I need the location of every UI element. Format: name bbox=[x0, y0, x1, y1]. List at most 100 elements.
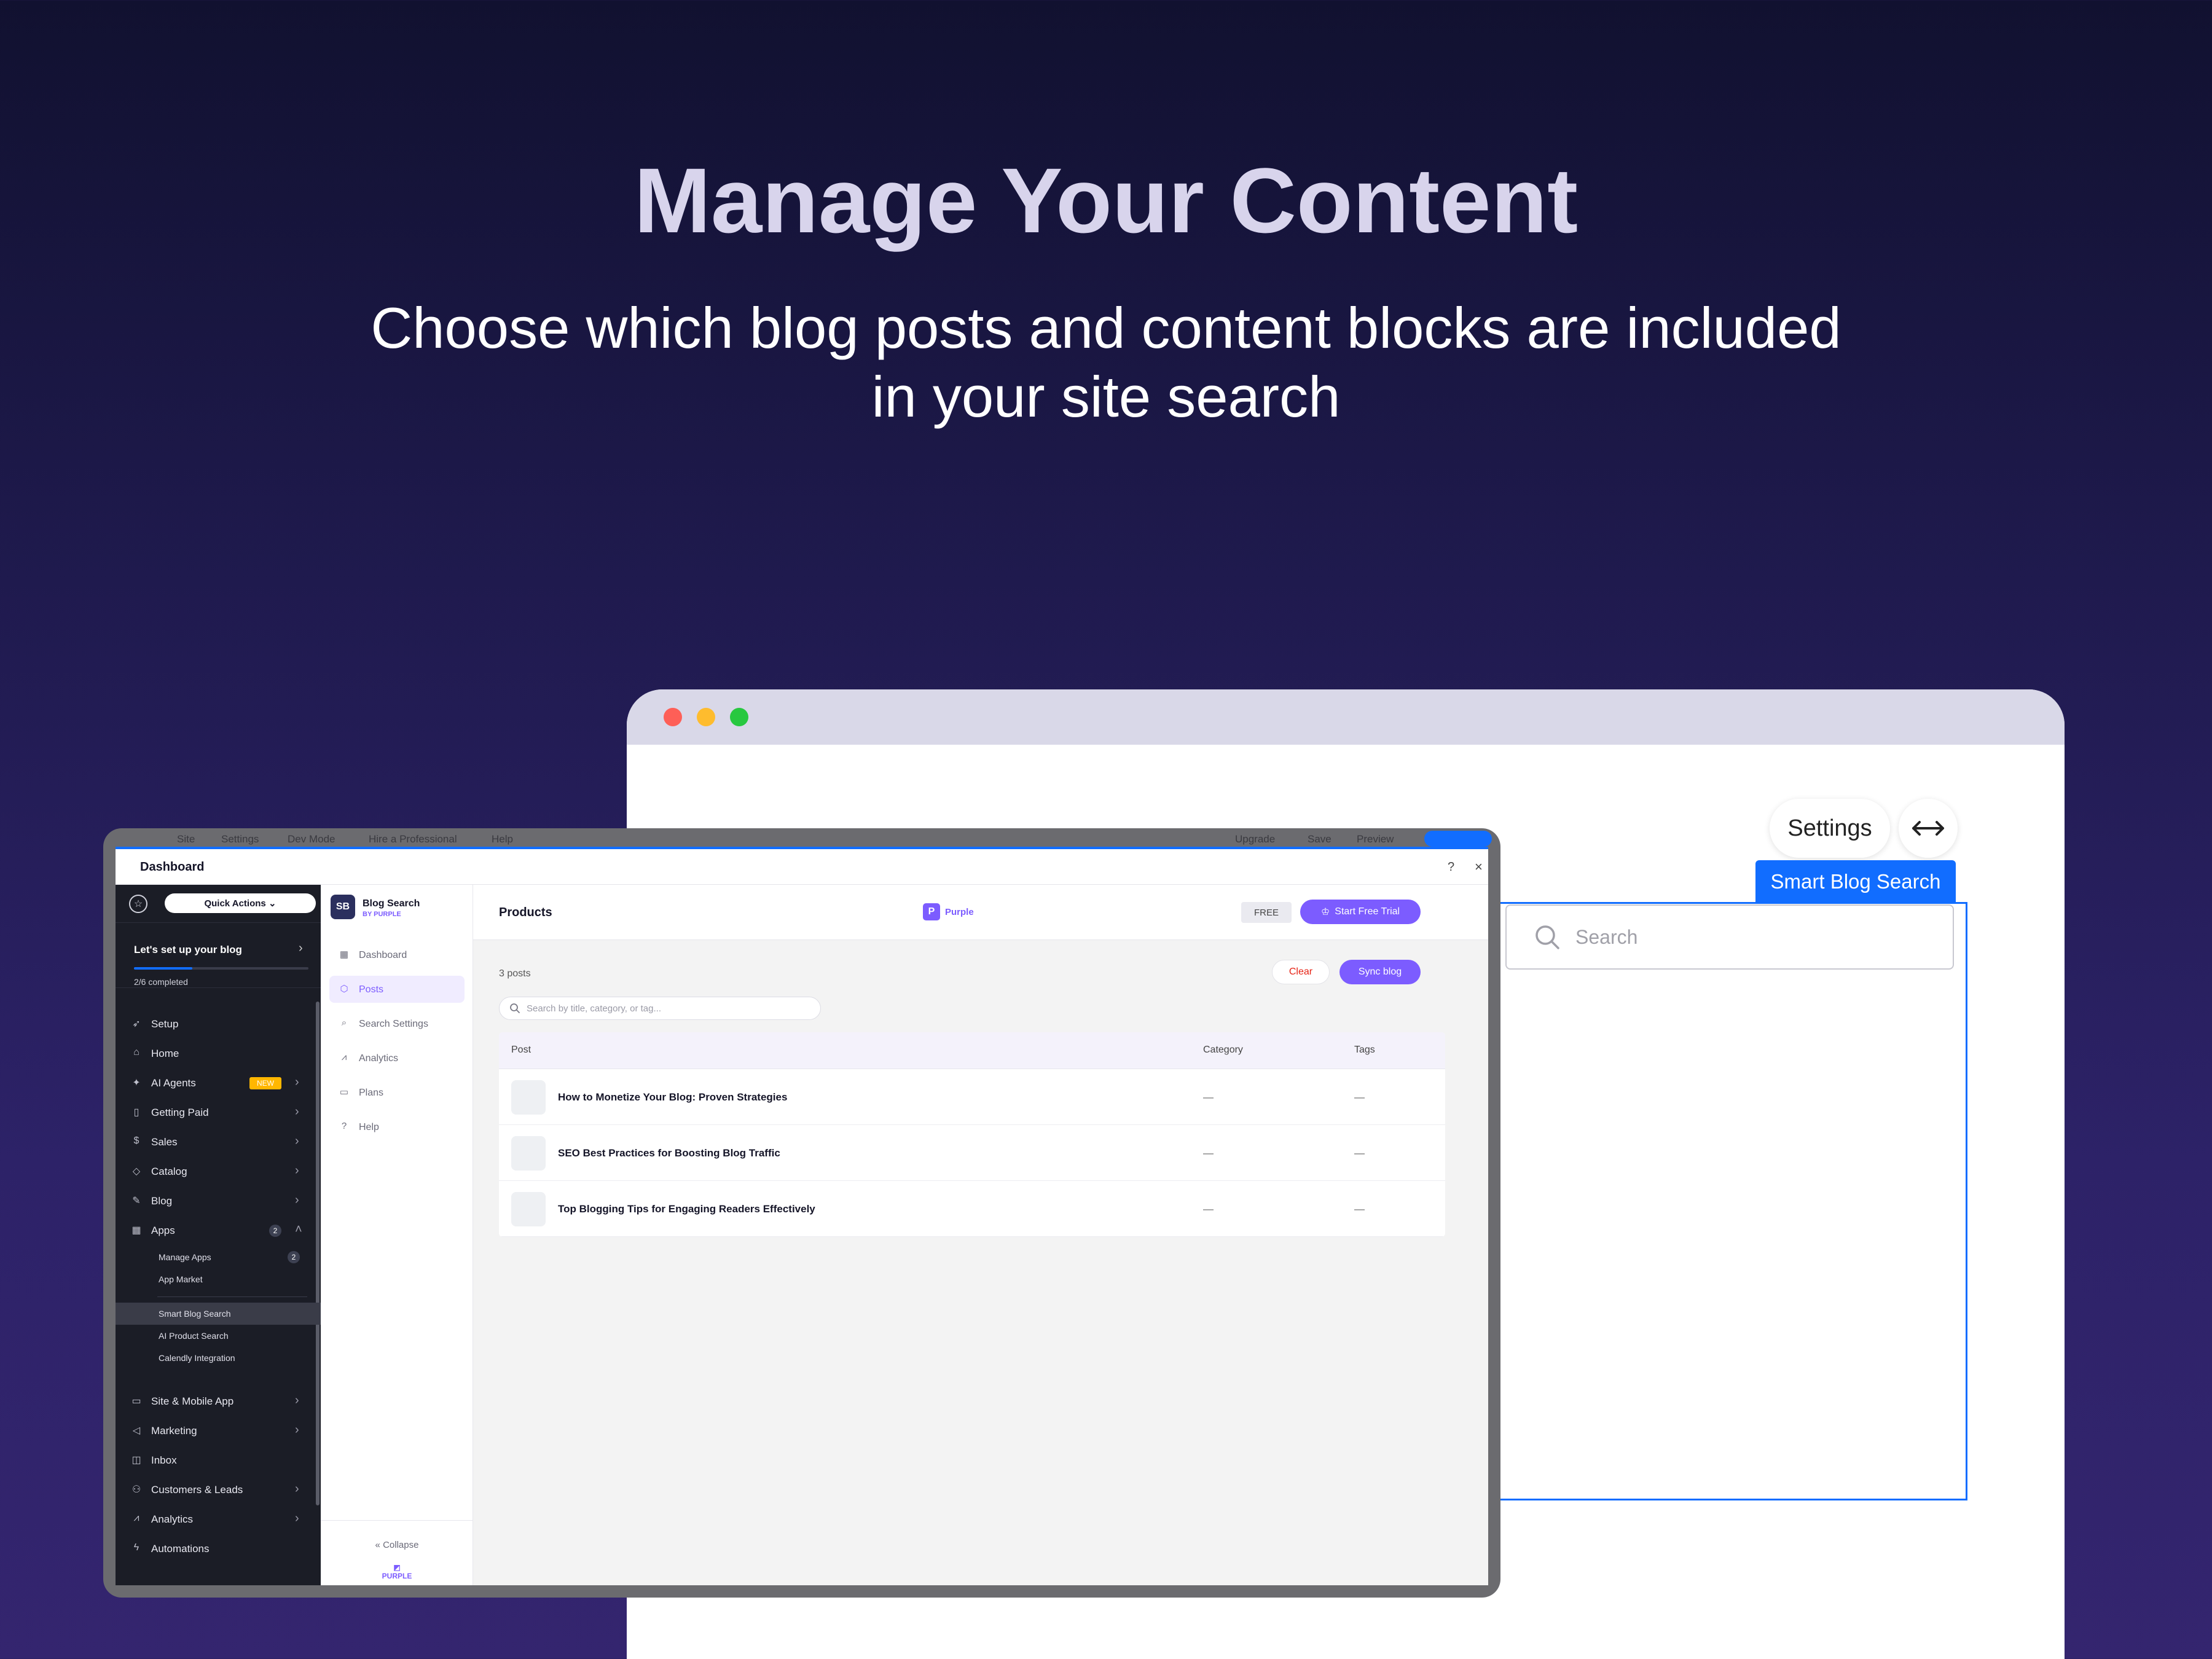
sidebar-item-label: Catalog bbox=[151, 1166, 187, 1177]
maximize-window-dot[interactable] bbox=[730, 708, 748, 726]
new-badge: NEW bbox=[249, 1077, 281, 1089]
sidebar-item-sales[interactable]: $ Sales › bbox=[116, 1128, 321, 1155]
device-icon: ▭ bbox=[131, 1396, 141, 1406]
search-icon: ⌕ bbox=[341, 1018, 347, 1028]
editor-help-menu[interactable]: Help bbox=[492, 833, 513, 845]
editor-hire-menu[interactable]: Hire a Professional bbox=[369, 833, 457, 845]
sidebar-item-label: Home bbox=[151, 1048, 179, 1059]
editor-settings-menu[interactable]: Settings bbox=[221, 833, 259, 845]
sidebar-item-label: Apps bbox=[151, 1225, 175, 1236]
editor-publish-button[interactable] bbox=[1424, 831, 1492, 847]
sidebar-item-label: Setup bbox=[151, 1018, 179, 1030]
app-nav-analytics[interactable]: ⩘ Analytics bbox=[329, 1045, 465, 1072]
sidebar-subitem-ai-product-search[interactable]: AI Product Search bbox=[116, 1325, 321, 1347]
post-title: How to Monetize Your Blog: Proven Strate… bbox=[558, 1091, 788, 1103]
app-nav-dashboard[interactable]: ▦ Dashboard bbox=[329, 941, 465, 968]
sidebar-item-label: Analytics bbox=[151, 1513, 194, 1525]
start-free-trial-button[interactable]: ♔ Start Free Trial bbox=[1300, 900, 1421, 924]
sidebar-item-automations[interactable]: ϟ Automations bbox=[116, 1535, 321, 1562]
sidebar-item-home[interactable]: ⌂ Home bbox=[116, 1040, 321, 1067]
table-header: Post Category Tags bbox=[499, 1032, 1445, 1069]
sidebar-subitem-app-market[interactable]: App Market bbox=[116, 1268, 321, 1290]
widget-name-tag[interactable]: Smart Blog Search bbox=[1755, 860, 1956, 903]
star-icon[interactable]: ☆ bbox=[129, 895, 147, 913]
sidebar-item-apps[interactable]: ▦ Apps 2 ˄ bbox=[116, 1217, 321, 1244]
dashboard-window: Site Settings Dev Mode Hire a Profession… bbox=[103, 828, 1500, 1598]
inbox-icon: ◫ bbox=[131, 1455, 141, 1465]
minimize-window-dot[interactable] bbox=[697, 708, 715, 726]
sidebar-item-setup[interactable]: ➶ Setup bbox=[116, 1010, 321, 1037]
quick-actions-button[interactable]: Quick Actions ⌄ bbox=[165, 893, 316, 913]
sidebar-item-marketing[interactable]: ◁ Marketing › bbox=[116, 1417, 321, 1444]
column-header-category[interactable]: Category bbox=[1203, 1045, 1243, 1056]
posts-table: Post Category Tags How to Monetize Your … bbox=[499, 1032, 1445, 1237]
sidebar-item-site-mobile-app[interactable]: ▭ Site & Mobile App › bbox=[116, 1387, 321, 1414]
app-nav-search-settings[interactable]: ⌕ Search Settings bbox=[329, 1010, 465, 1037]
sidebar-item-blog[interactable]: ✎ Blog › bbox=[116, 1187, 321, 1214]
column-header-tags[interactable]: Tags bbox=[1354, 1045, 1375, 1056]
post-category: — bbox=[1203, 1147, 1214, 1159]
posts-search-input[interactable]: Search by title, category, or tag... bbox=[499, 997, 821, 1020]
site-search-input[interactable]: Search bbox=[1505, 904, 1954, 970]
editor-upgrade-link[interactable]: Upgrade bbox=[1235, 833, 1275, 845]
footer-brand-label: PURPLE bbox=[382, 1572, 412, 1580]
widget-settings-button[interactable]: Settings bbox=[1770, 799, 1890, 858]
setup-checklist[interactable]: Let's set up your blog › 2/6 completed bbox=[116, 923, 321, 988]
editor-site-menu[interactable]: Site bbox=[177, 833, 195, 845]
sidebar-item-label: Marketing bbox=[151, 1425, 197, 1437]
sidebar-item-catalog[interactable]: ◇ Catalog › bbox=[116, 1158, 321, 1185]
megaphone-icon: ◁ bbox=[132, 1426, 141, 1436]
sidebar-subitem-label: AI Product Search bbox=[159, 1331, 229, 1341]
app-nav-label: Analytics bbox=[359, 1053, 399, 1064]
chevron-right-icon: › bbox=[299, 941, 303, 955]
collapse-label: Collapse bbox=[383, 1540, 419, 1550]
post-thumbnail bbox=[511, 1136, 546, 1171]
app-nav-plans[interactable]: ▭ Plans bbox=[329, 1079, 465, 1106]
editor-preview-link[interactable]: Preview bbox=[1357, 833, 1394, 845]
column-header-post[interactable]: Post bbox=[511, 1045, 531, 1056]
table-row[interactable]: How to Monetize Your Blog: Proven Strate… bbox=[499, 1069, 1445, 1125]
dollar-icon: $ bbox=[133, 1135, 139, 1146]
editor-save-link[interactable]: Save bbox=[1308, 833, 1332, 845]
post-count: 3 posts bbox=[499, 968, 531, 979]
sidebar-item-ai-agents[interactable]: ✦ AI Agents NEW › bbox=[116, 1069, 321, 1096]
sidebar-subitem-calendly[interactable]: Calendly Integration bbox=[116, 1347, 321, 1369]
help-icon[interactable]: ? bbox=[1448, 860, 1454, 874]
app-nav-label: Search Settings bbox=[359, 1019, 428, 1029]
post-category: — bbox=[1203, 1203, 1214, 1215]
sidebar-item-analytics[interactable]: ⩘ Analytics › bbox=[116, 1505, 321, 1532]
table-row[interactable]: Top Blogging Tips for Engaging Readers E… bbox=[499, 1181, 1445, 1237]
chevron-right-icon: › bbox=[295, 1423, 299, 1437]
post-category: — bbox=[1203, 1091, 1214, 1103]
chevron-right-icon: › bbox=[295, 1394, 299, 1407]
purple-logo-icon: P bbox=[923, 903, 940, 920]
sidebar-subitem-smart-blog-search[interactable]: Smart Blog Search bbox=[116, 1303, 321, 1325]
divider bbox=[157, 1296, 307, 1297]
sync-blog-button[interactable]: Sync blog bbox=[1339, 960, 1421, 984]
quick-actions-label: Quick Actions bbox=[204, 898, 266, 909]
help-icon: ? bbox=[341, 1121, 347, 1131]
grid-icon: ▦ bbox=[339, 949, 349, 960]
quick-actions-row: ☆ Quick Actions ⌄ bbox=[116, 885, 321, 923]
bolt-icon: ϟ bbox=[133, 1542, 139, 1553]
stretch-button[interactable] bbox=[1899, 799, 1958, 858]
sidebar-item-label: AI Agents bbox=[151, 1077, 196, 1089]
sidebar-item-inbox[interactable]: ◫ Inbox bbox=[116, 1446, 321, 1473]
sidebar-item-label: Getting Paid bbox=[151, 1107, 209, 1118]
sidebar-item-getting-paid[interactable]: ▯ Getting Paid › bbox=[116, 1099, 321, 1126]
setup-progress-fill bbox=[134, 967, 192, 970]
close-window-dot[interactable] bbox=[664, 708, 682, 726]
app-nav-label: Help bbox=[359, 1122, 379, 1132]
sidebar-subitem-manage-apps[interactable]: Manage Apps 2 bbox=[116, 1246, 321, 1268]
editor-devmode-menu[interactable]: Dev Mode bbox=[288, 833, 335, 845]
rocket-icon: ➶ bbox=[132, 1019, 141, 1029]
table-row[interactable]: SEO Best Practices for Boosting Blog Tra… bbox=[499, 1125, 1445, 1181]
sidebar-item-customers-leads[interactable]: ⚇ Customers & Leads › bbox=[116, 1476, 321, 1503]
clear-button[interactable]: Clear bbox=[1272, 960, 1330, 984]
search-placeholder: Search by title, category, or tag... bbox=[527, 1003, 661, 1014]
app-nav-help[interactable]: ? Help bbox=[329, 1113, 465, 1140]
card-icon: ▭ bbox=[339, 1087, 349, 1097]
close-icon[interactable]: × bbox=[1475, 859, 1483, 875]
app-nav-posts[interactable]: ⬡ Posts bbox=[329, 976, 465, 1003]
collapse-button[interactable]: « Collapse bbox=[321, 1540, 473, 1550]
